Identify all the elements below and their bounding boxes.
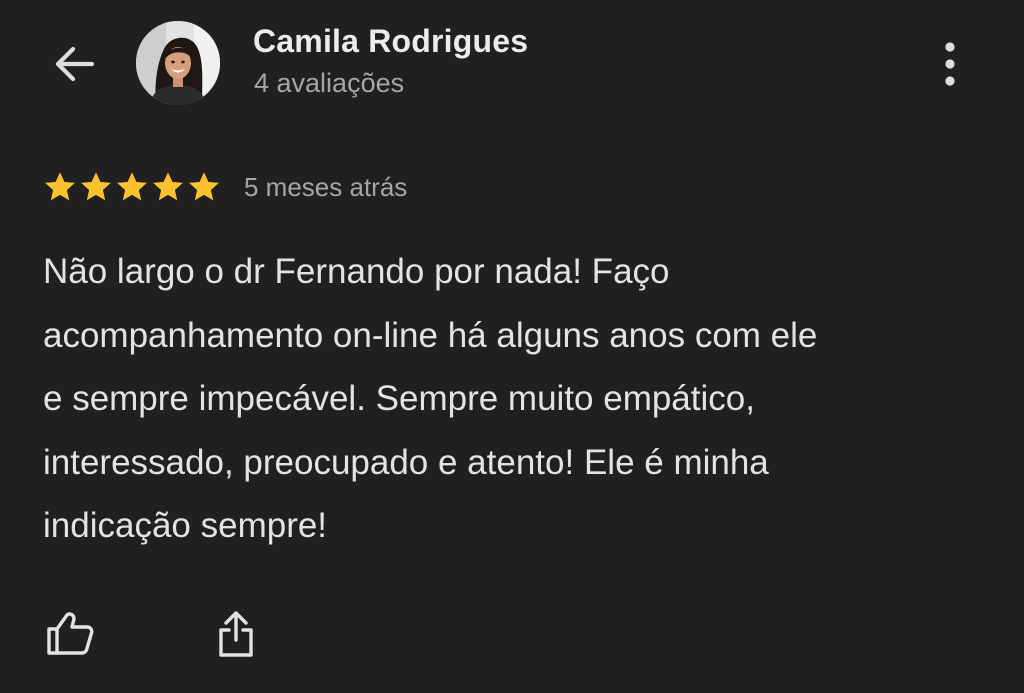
star-rating: [42, 170, 222, 204]
review-count: 4 avaliações: [254, 68, 405, 98]
back-button[interactable]: [46, 38, 102, 90]
share-button[interactable]: [206, 604, 266, 664]
arrow-left-icon: [55, 46, 95, 82]
thumbs-up-icon: [47, 612, 94, 655]
like-button[interactable]: [38, 604, 102, 664]
rating-row: 5 meses atrás: [42, 170, 407, 204]
more-vertical-icon: [945, 42, 955, 86]
review-date: 5 meses atrás: [244, 171, 408, 202]
share-icon: [219, 611, 253, 657]
more-options-button[interactable]: [926, 36, 974, 92]
review-text: Não largo o dr Fernando por nada! Faço a…: [43, 252, 818, 545]
avatar[interactable]: [136, 21, 220, 105]
star-icon: [153, 172, 183, 201]
profile-photo: [136, 21, 220, 105]
star-icon: [189, 172, 219, 201]
star-icon: [81, 172, 111, 201]
star-icon: [45, 172, 75, 201]
star-icon: [117, 172, 147, 201]
reviewer-name[interactable]: Camila Rodrigues: [253, 23, 528, 60]
